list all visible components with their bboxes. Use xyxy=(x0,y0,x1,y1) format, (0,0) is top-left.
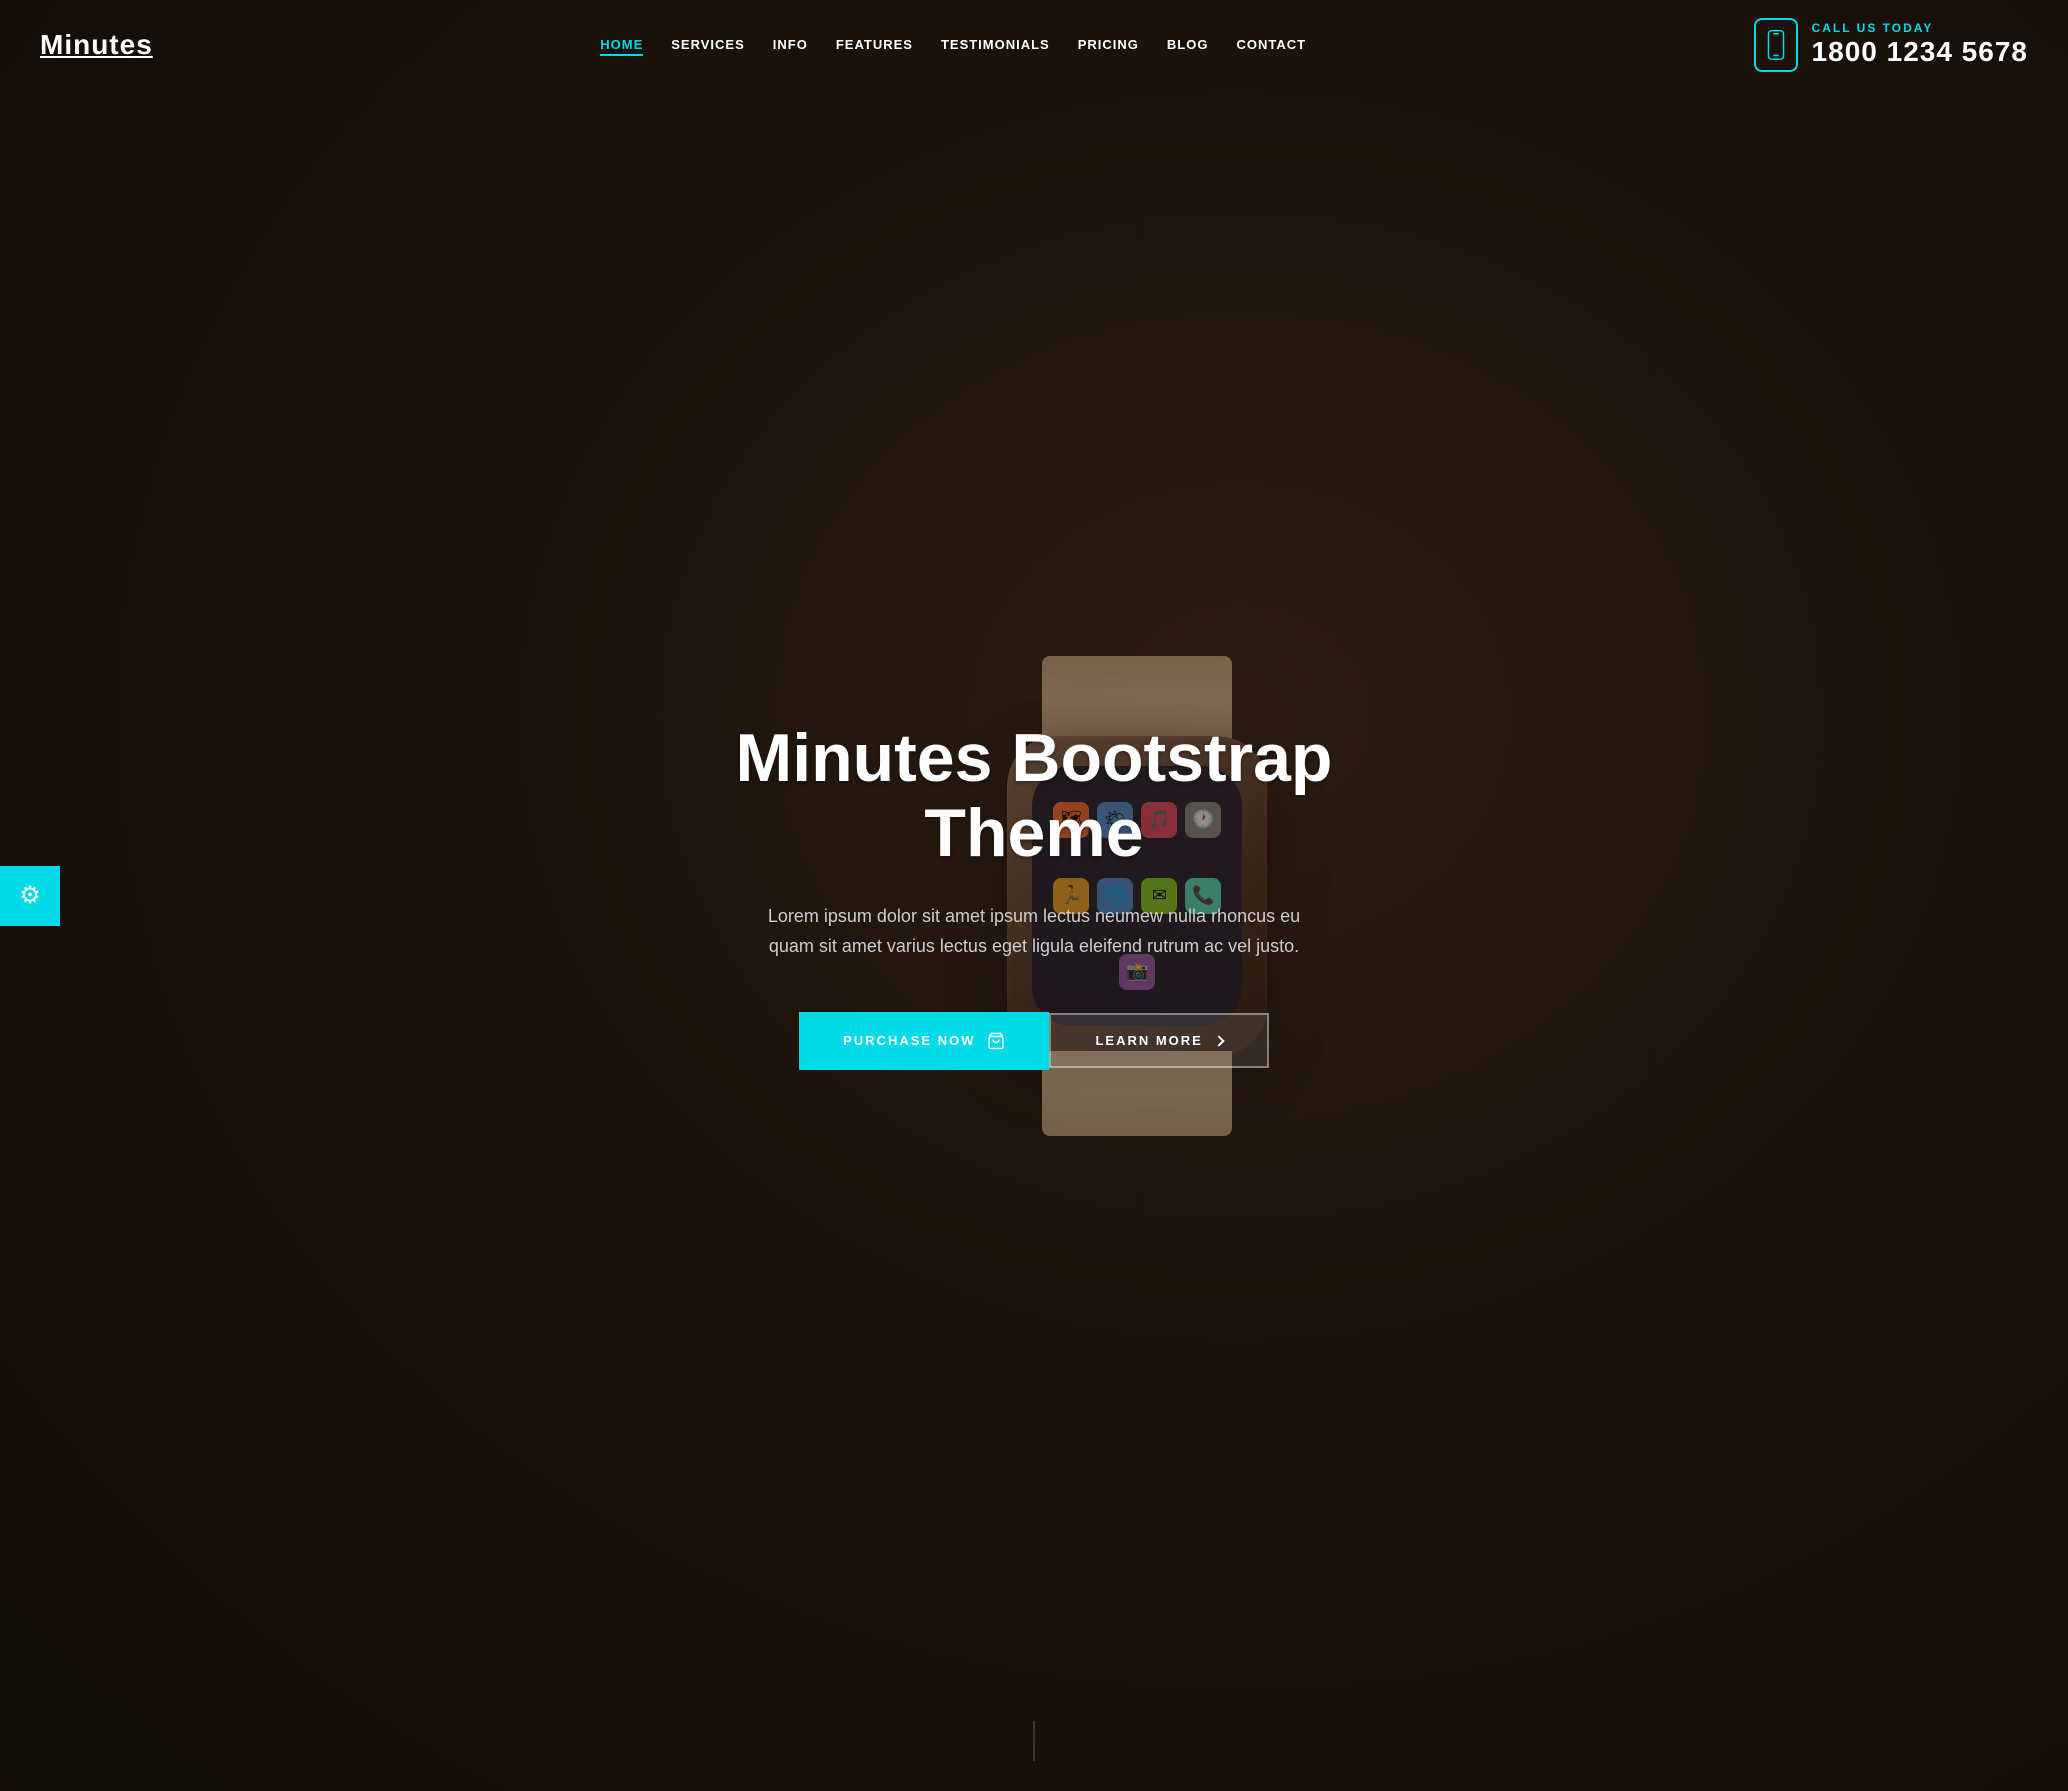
learn-more-button[interactable]: LEARN MORE xyxy=(1049,1013,1268,1068)
cart-icon xyxy=(987,1032,1005,1050)
nav-item-blog[interactable]: BLOG xyxy=(1167,36,1209,54)
nav-link-blog[interactable]: BLOG xyxy=(1167,37,1209,52)
header-contact: CALL US TODAY 1800 1234 5678 xyxy=(1754,18,2028,72)
hero-title: Minutes Bootstrap Theme xyxy=(674,721,1394,871)
nav-item-features[interactable]: FEATURES xyxy=(836,36,913,54)
call-us-label: CALL US TODAY xyxy=(1812,21,2028,35)
nav-link-pricing[interactable]: PRICING xyxy=(1078,37,1139,52)
settings-button[interactable]: ⚙ xyxy=(0,866,60,926)
hero-buttons: PURCHASE NOW LEARN MORE xyxy=(674,1012,1394,1070)
nav-link-testimonials[interactable]: TESTIMONIALS xyxy=(941,37,1050,52)
nav-link-info[interactable]: INFO xyxy=(773,37,808,52)
site-logo[interactable]: Minutes xyxy=(40,29,153,61)
phone-number[interactable]: 1800 1234 5678 xyxy=(1812,35,2028,69)
nav-link-contact[interactable]: CONTACT xyxy=(1236,37,1306,52)
hero-section: 🗺 🌤 🎵 🕐 🏃 🌐 ✉ 📞 📸 Minutes HOMESERVICESIN… xyxy=(0,0,2068,1791)
main-nav: HOME SERVICES INFO FEATURES TESTIMONIALS PRIC… xyxy=(600,36,1306,54)
learn-more-label: LEARN MORE xyxy=(1095,1033,1202,1048)
nav-link-home[interactable]: HOME xyxy=(600,37,643,56)
nav-item-services[interactable]: SERVICES xyxy=(671,36,745,54)
nav-item-testimonials[interactable]: TESTIMONIALS xyxy=(941,36,1050,54)
site-header: Minutes HOME SERVICES INFO FEATURES TESTIMON… xyxy=(0,0,2068,90)
phone-icon-wrap xyxy=(1754,18,1798,72)
hero-content: Minutes Bootstrap Theme Lorem ipsum dolo… xyxy=(654,721,1414,1070)
mobile-icon xyxy=(1765,30,1787,60)
nav-link-services[interactable]: SERVICES xyxy=(671,37,745,52)
scroll-indicator xyxy=(1034,1721,1035,1761)
nav-item-contact[interactable]: CONTACT xyxy=(1236,36,1306,54)
nav-link-features[interactable]: FEATURES xyxy=(836,37,913,52)
purchase-now-button[interactable]: PURCHASE NOW xyxy=(799,1012,1049,1070)
scroll-line xyxy=(1034,1721,1035,1761)
nav-item-info[interactable]: INFO xyxy=(773,36,808,54)
purchase-now-label: PURCHASE NOW xyxy=(843,1033,975,1048)
chevron-right-icon xyxy=(1213,1035,1224,1046)
hero-subtitle: Lorem ipsum dolor sit amet ipsum lectus … xyxy=(754,901,1314,962)
nav-item-pricing[interactable]: PRICING xyxy=(1078,36,1139,54)
gear-icon: ⚙ xyxy=(19,881,41,910)
nav-item-home[interactable]: HOME xyxy=(600,36,643,54)
contact-text: CALL US TODAY 1800 1234 5678 xyxy=(1812,21,2028,69)
